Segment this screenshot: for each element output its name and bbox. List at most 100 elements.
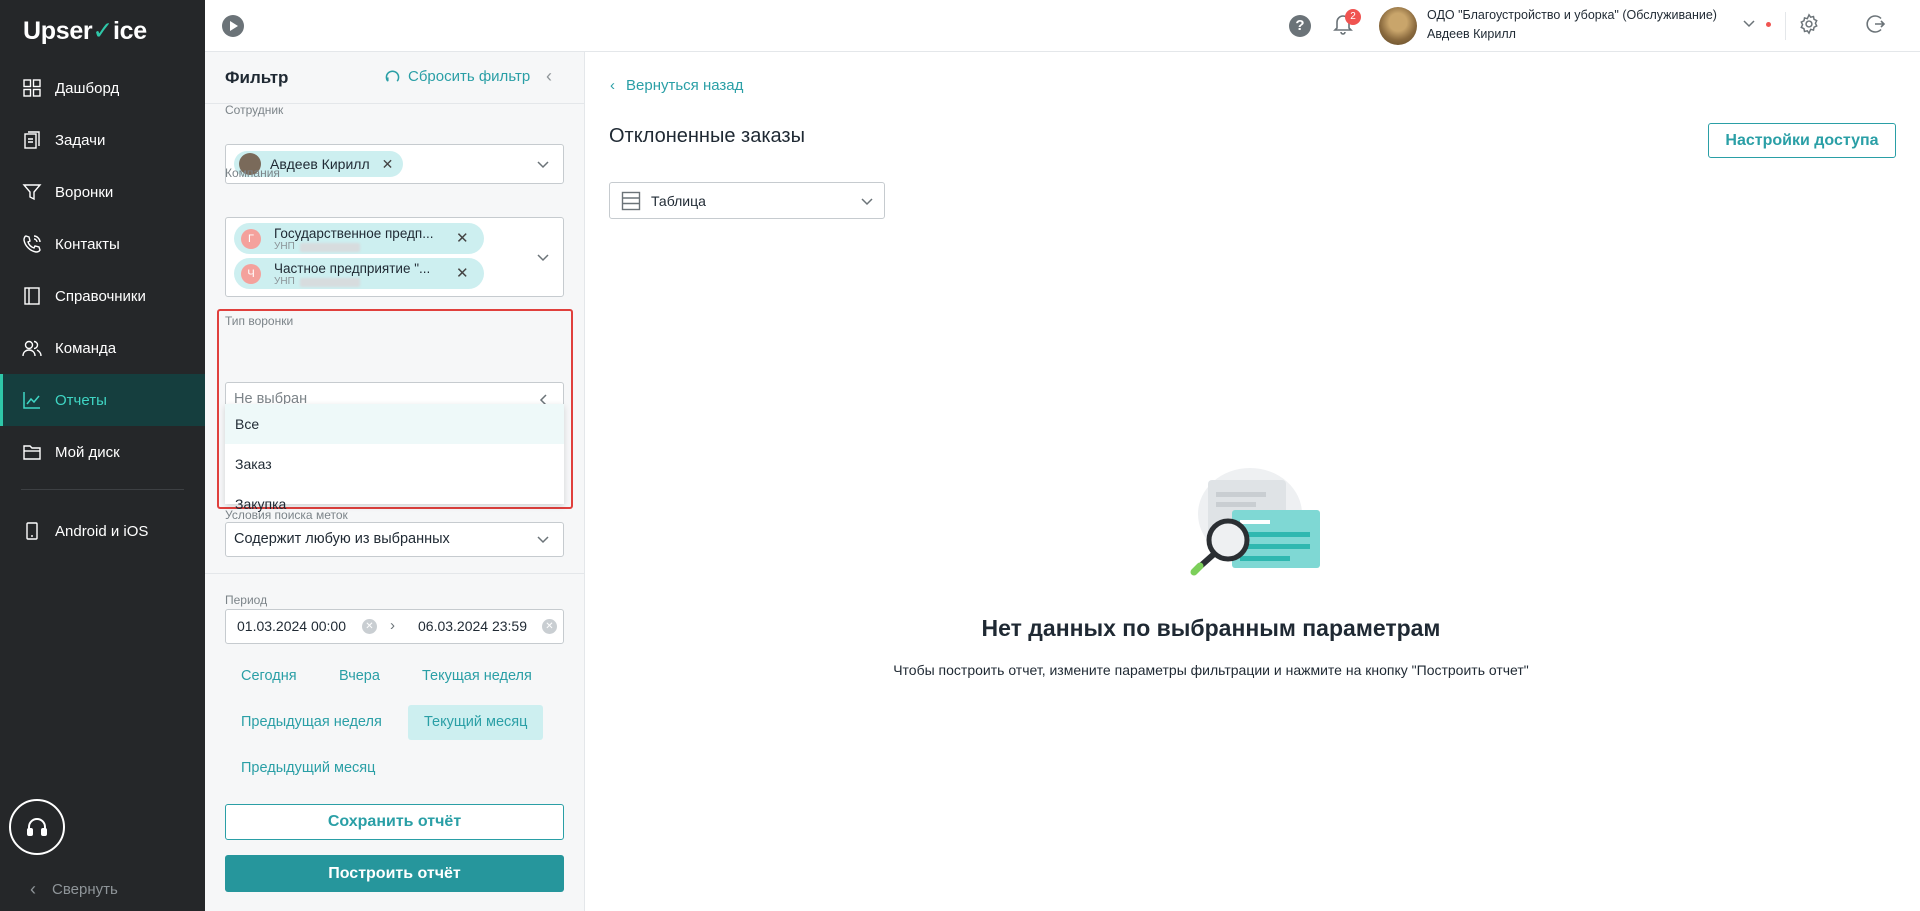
sidebar-item-my-disk[interactable]: Мой диск <box>0 426 205 478</box>
user-name: Авдеев Кирилл <box>1427 27 1516 41</box>
empty-state-illustration <box>1190 468 1320 576</box>
collapse-label: Свернуть <box>52 881 118 898</box>
sidebar-item-contacts[interactable]: Контакты <box>0 218 205 270</box>
logout-button[interactable] <box>1864 13 1886 40</box>
company-chip: Ч Частное предприятие "... УНП ✕ <box>234 258 484 289</box>
sidebar-item-team[interactable]: Команда <box>0 322 205 374</box>
filter-title: Фильтр <box>225 68 289 87</box>
filter-header: Фильтр Сбросить фильтр ‹ <box>205 52 585 104</box>
section-divider <box>205 573 585 574</box>
sidebar-item-mobile-apps[interactable]: Android и iOS <box>0 505 205 557</box>
view-select[interactable]: Таблица <box>609 182 885 219</box>
top-bar: ? 2 ОДО "Благоустройство и уборка" (Обсл… <box>205 0 1920 52</box>
sidebar-item-directories[interactable]: Справочники <box>0 270 205 322</box>
back-label: Вернуться назад <box>626 77 744 94</box>
sidebar-item-label: Мой диск <box>55 443 120 461</box>
clear-date-to-icon[interactable]: ✕ <box>542 619 557 634</box>
chevron-down-icon <box>537 161 549 169</box>
company-letter: Ч <box>241 264 261 284</box>
sidebar-nav: Дашборд Задачи Воронки Контакты Справочн… <box>0 62 205 557</box>
sidebar: Upser✓ice Дашборд Задачи Воронки Контакт… <box>0 0 205 911</box>
funnel-icon <box>22 184 42 201</box>
filter-panel: Фильтр Сбросить фильтр ‹ Сотрудник Авдее… <box>205 52 585 911</box>
chevron-left-icon: ‹ <box>30 879 36 899</box>
tag-conditions-value: Содержит любую из выбранных <box>234 531 450 547</box>
chevron-down-icon[interactable] <box>1742 17 1756 36</box>
remove-company-icon[interactable]: ✕ <box>456 264 469 282</box>
play-icon[interactable] <box>222 15 244 37</box>
company-letter: Г <box>241 229 261 249</box>
period-yesterday[interactable]: Вчера <box>323 659 396 694</box>
account-switcher[interactable]: ОДО "Благоустройство и уборка" (Обслужив… <box>1427 6 1717 44</box>
period-label: Период <box>225 593 268 607</box>
option-all[interactable]: Все <box>225 404 564 444</box>
employee-label: Сотрудник <box>225 103 284 117</box>
redacted-value <box>300 243 360 252</box>
table-icon <box>621 191 641 211</box>
logout-icon <box>1866 15 1886 33</box>
option-order[interactable]: Заказ <box>225 444 564 484</box>
company-chip-unp: УНП <box>274 241 295 252</box>
collapse-filter-icon[interactable]: ‹ <box>546 66 552 87</box>
period-current-week[interactable]: Текущая неделя <box>406 659 548 694</box>
status-dot <box>1766 22 1771 27</box>
tasks-icon <box>24 131 40 149</box>
funnel-type-label: Тип воронки <box>225 314 294 328</box>
access-settings-button[interactable]: Настройки доступа <box>1708 123 1896 158</box>
period-current-month[interactable]: Текущий месяц <box>408 705 544 740</box>
period-today[interactable]: Сегодня <box>225 659 313 694</box>
save-report-button[interactable]: Сохранить отчёт <box>225 804 564 840</box>
sidebar-item-dashboard[interactable]: Дашборд <box>0 62 205 114</box>
user-avatar[interactable] <box>1379 7 1417 45</box>
headset-icon <box>27 818 47 836</box>
sidebar-item-label: Android и iOS <box>55 522 149 540</box>
period-previous-week[interactable]: Предыдущая неделя <box>225 705 398 740</box>
chevron-down-icon <box>861 198 873 206</box>
sidebar-item-reports[interactable]: Отчеты <box>0 374 205 426</box>
mobile-icon <box>26 522 38 540</box>
help-icon[interactable]: ? <box>1289 15 1311 37</box>
employee-chip-label: Авдеев Кирилл <box>270 156 370 172</box>
remove-company-icon[interactable]: ✕ <box>456 229 469 247</box>
collapse-sidebar-button[interactable]: ‹ Свернуть <box>30 879 118 900</box>
support-button[interactable] <box>9 799 65 855</box>
gear-icon <box>1800 13 1818 35</box>
sidebar-item-label: Дашборд <box>55 79 120 97</box>
company-chip-name: Государственное предп... <box>274 226 434 241</box>
sidebar-item-label: Воронки <box>55 183 114 201</box>
book-icon <box>24 287 40 305</box>
company-chip: Г Государственное предп... УНП ✕ <box>234 223 484 254</box>
divider <box>1785 12 1786 40</box>
tag-conditions-label: Условия поиска меток <box>225 508 348 522</box>
notifications-badge: 2 <box>1345 9 1361 25</box>
app-logo[interactable]: Upser✓ice <box>23 16 147 46</box>
reset-filter-button[interactable]: Сбросить фильтр <box>385 68 530 85</box>
company-select[interactable]: Г Государственное предп... УНП ✕ Ч Частн… <box>225 217 564 297</box>
company-label: Компания <box>225 166 280 180</box>
date-to[interactable]: 06.03.2024 23:59 <box>418 618 527 634</box>
company-chip-name: Частное предприятие "... <box>274 261 431 276</box>
sidebar-item-funnels[interactable]: Воронки <box>0 166 205 218</box>
clear-date-from-icon[interactable]: ✕ <box>362 619 377 634</box>
date-from[interactable]: 01.03.2024 00:00 <box>237 618 346 634</box>
redacted-value <box>300 278 360 287</box>
sidebar-item-label: Справочники <box>55 287 146 305</box>
refresh-icon <box>385 70 400 82</box>
back-link[interactable]: ‹ Вернуться назад <box>610 77 743 94</box>
chevron-down-icon <box>537 536 549 544</box>
settings-button[interactable] <box>1798 13 1820 40</box>
reset-filter-label: Сбросить фильтр <box>408 68 531 85</box>
build-report-button[interactable]: Построить отчёт <box>225 855 564 892</box>
period-previous-month[interactable]: Предыдущий месяц <box>225 751 391 786</box>
chevron-left-icon: ‹ <box>610 77 615 94</box>
sidebar-item-tasks[interactable]: Задачи <box>0 114 205 166</box>
chevron-down-icon <box>537 254 549 262</box>
remove-employee-icon[interactable]: ✕ <box>382 156 394 173</box>
chart-icon <box>23 392 40 409</box>
sidebar-item-label: Отчеты <box>55 391 107 409</box>
tag-conditions-select[interactable]: Содержит любую из выбранных <box>225 522 564 557</box>
sidebar-item-label: Задачи <box>55 131 106 149</box>
dashboard-icon <box>23 79 41 97</box>
date-range-input[interactable]: 01.03.2024 00:00 ✕ › 06.03.2024 23:59 ✕ <box>225 609 564 644</box>
funnel-type-dropdown: Все Заказ Закупка <box>225 404 564 512</box>
